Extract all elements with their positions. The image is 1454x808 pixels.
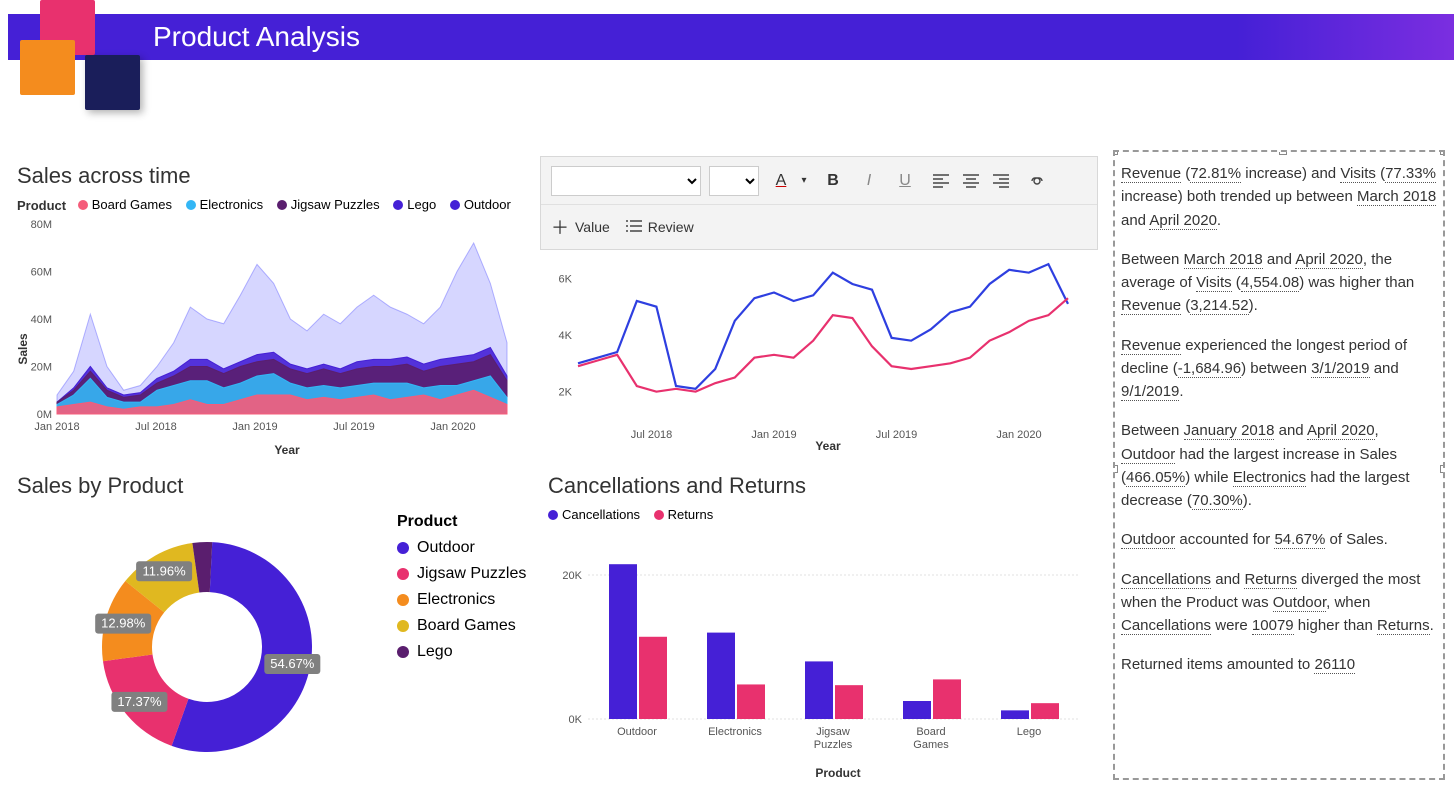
- insight-line: Returned items amounted to 26110: [1121, 653, 1437, 676]
- svg-text:Jul 2019: Jul 2019: [333, 421, 375, 433]
- resize-handle[interactable]: [1440, 465, 1445, 473]
- svg-text:60M: 60M: [31, 266, 52, 278]
- svg-text:17.37%: 17.37%: [117, 694, 162, 709]
- svg-text:Year: Year: [274, 443, 300, 457]
- svg-text:4K: 4K: [559, 330, 573, 342]
- font-family-select[interactable]: [551, 166, 701, 196]
- svg-text:Outdoor: Outdoor: [617, 726, 657, 738]
- svg-text:Jan 2019: Jan 2019: [232, 421, 277, 433]
- svg-text:Jul 2018: Jul 2018: [135, 421, 177, 433]
- svg-text:11.96%: 11.96%: [143, 563, 187, 578]
- svg-text:Lego: Lego: [1017, 726, 1041, 738]
- resize-handle[interactable]: [1113, 465, 1118, 473]
- insight-line: Outdoor accounted for 54.67% of Sales.: [1121, 528, 1437, 551]
- svg-text:40M: 40M: [31, 314, 52, 326]
- chart-sales-by-product[interactable]: Sales by Product 54.67% 17.37% 12.98% 11.96…: [17, 473, 527, 792]
- font-color-button[interactable]: A: [767, 167, 795, 195]
- svg-text:Jan 2019: Jan 2019: [751, 429, 796, 441]
- resize-handle[interactable]: [1113, 150, 1118, 155]
- svg-text:Jan 2018: Jan 2018: [34, 421, 79, 433]
- review-button[interactable]: Review: [626, 219, 694, 236]
- plus-icon: ＋: [551, 214, 569, 240]
- insight-line: Between January 2018 and April 2020, Out…: [1121, 419, 1437, 512]
- svg-text:0M: 0M: [37, 409, 52, 421]
- bold-button[interactable]: B: [819, 167, 847, 195]
- svg-text:Games: Games: [913, 739, 949, 751]
- donut-legend: Product Outdoor Jigsaw Puzzles Electroni…: [397, 513, 526, 669]
- insights-textbox[interactable]: Revenue (72.81% increase) and Visits (77…: [1113, 150, 1445, 780]
- logo: [10, 0, 140, 130]
- svg-text:20M: 20M: [31, 361, 52, 373]
- svg-text:54.67%: 54.67%: [270, 656, 315, 671]
- donut-svg: 54.67% 17.37% 12.98% 11.96%: [17, 507, 377, 787]
- add-value-button[interactable]: ＋ Value: [551, 214, 610, 240]
- svg-text:Electronics: Electronics: [708, 726, 762, 738]
- chart-title: Sales across time: [17, 163, 527, 189]
- align-left-icon[interactable]: [927, 167, 955, 195]
- svg-text:Puzzles: Puzzles: [814, 739, 853, 751]
- insight-line: Revenue (72.81% increase) and Visits (77…: [1121, 162, 1437, 232]
- svg-text:Jigsaw: Jigsaw: [816, 726, 850, 738]
- svg-text:Jan 2020: Jan 2020: [430, 421, 475, 433]
- align-right-icon[interactable]: [987, 167, 1015, 195]
- chart-title: Sales by Product: [17, 473, 527, 499]
- font-size-select[interactable]: [709, 166, 759, 196]
- align-center-icon[interactable]: [957, 167, 985, 195]
- legend: Product Board Games Electronics Jigsaw P…: [17, 197, 527, 213]
- svg-text:Sales: Sales: [17, 332, 30, 364]
- area-chart-svg: 0M 20M 40M 60M 80M Jan 2018 Jul 2018 Jan 2019 Ju…: [17, 219, 517, 459]
- svg-text:Year: Year: [815, 439, 841, 453]
- text-format-toolbar: A ▾ B I U ＋ Value Review: [540, 156, 1098, 250]
- link-icon[interactable]: [1023, 167, 1051, 195]
- svg-text:2K: 2K: [559, 387, 573, 399]
- svg-text:12.98%: 12.98%: [101, 616, 146, 631]
- svg-text:Board: Board: [916, 726, 945, 738]
- underline-button[interactable]: U: [891, 167, 919, 195]
- page-title: Product Analysis: [153, 21, 360, 53]
- header-bar: Product Analysis: [8, 14, 1454, 60]
- insight-line: Cancellations and Returns diverged the m…: [1121, 568, 1437, 638]
- chart-sales-across-time[interactable]: Sales across time Product Board Games El…: [17, 163, 527, 464]
- list-icon: [626, 219, 642, 236]
- insight-line: Revenue experienced the longest period o…: [1121, 334, 1437, 404]
- svg-text:6K: 6K: [559, 273, 573, 285]
- svg-text:Jul 2018: Jul 2018: [631, 429, 673, 441]
- svg-text:0K: 0K: [569, 714, 583, 726]
- svg-text:80M: 80M: [31, 219, 52, 231]
- svg-text:Jul 2019: Jul 2019: [876, 429, 918, 441]
- italic-button[interactable]: I: [855, 167, 883, 195]
- chart-title: Cancellations and Returns: [548, 473, 1098, 499]
- insight-line: Between March 2018 and April 2020, the a…: [1121, 248, 1437, 318]
- svg-text:Product: Product: [815, 766, 860, 779]
- legend: Cancellations Returns: [548, 507, 1098, 523]
- chart-cancellations-returns[interactable]: Cancellations and Returns Cancellations …: [548, 473, 1098, 784]
- svg-text:20K: 20K: [562, 570, 582, 582]
- svg-text:Jan 2020: Jan 2020: [996, 429, 1041, 441]
- resize-handle[interactable]: [1440, 150, 1445, 155]
- resize-handle[interactable]: [1279, 150, 1287, 155]
- bar-chart-svg: 0K 20K Outdoor Electronics JigsawPuzzles Boar…: [548, 529, 1088, 779]
- font-color-dropdown-icon[interactable]: ▾: [797, 167, 811, 195]
